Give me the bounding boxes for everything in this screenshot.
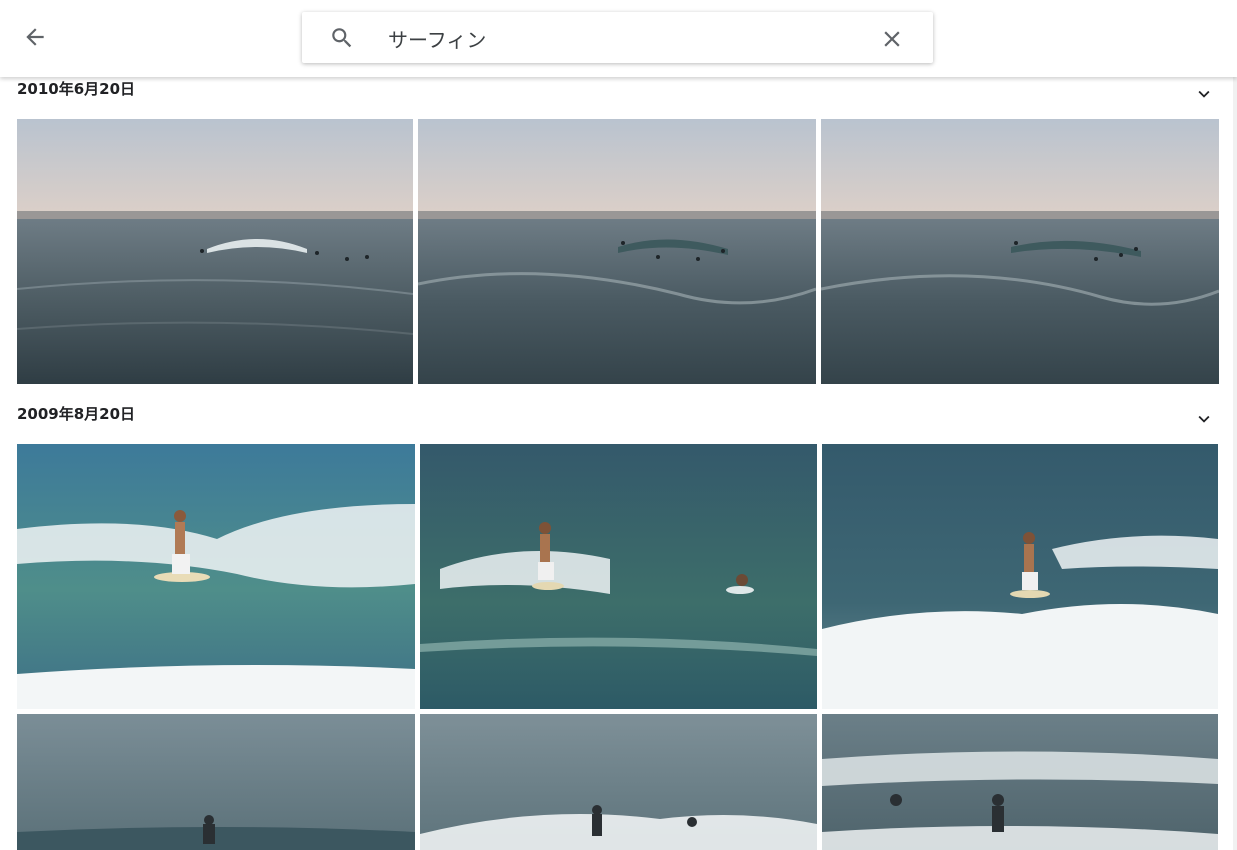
search-icon: [332, 28, 352, 48]
section-date-label: 2010年6月20日: [17, 80, 136, 98]
section-date-label: 2009年8月20日: [17, 405, 136, 423]
surfer-photo[interactable]: [420, 714, 817, 850]
search-input[interactable]: [388, 22, 858, 54]
back-button[interactable]: [20, 22, 50, 52]
chevron-down-icon[interactable]: [1193, 83, 1215, 105]
surfer-photo[interactable]: [822, 714, 1218, 850]
surfer-photo[interactable]: [17, 714, 415, 850]
arrow-back-icon: [26, 28, 44, 46]
search-box: [302, 12, 933, 63]
surfer-photo[interactable]: [17, 444, 415, 709]
results-area: 2010年6月20日 2009年8月20日: [0, 77, 1237, 850]
surfer-photo[interactable]: [420, 444, 817, 709]
surf-line-photo[interactable]: [821, 119, 1219, 384]
top-app-bar: [0, 0, 1237, 77]
surf-line-photo[interactable]: [17, 119, 413, 384]
surf-line-photo[interactable]: [418, 119, 816, 384]
close-icon[interactable]: [879, 26, 905, 52]
surfer-photo[interactable]: [822, 444, 1218, 709]
scrollbar[interactable]: [1233, 77, 1237, 850]
chevron-down-icon[interactable]: [1193, 408, 1215, 430]
